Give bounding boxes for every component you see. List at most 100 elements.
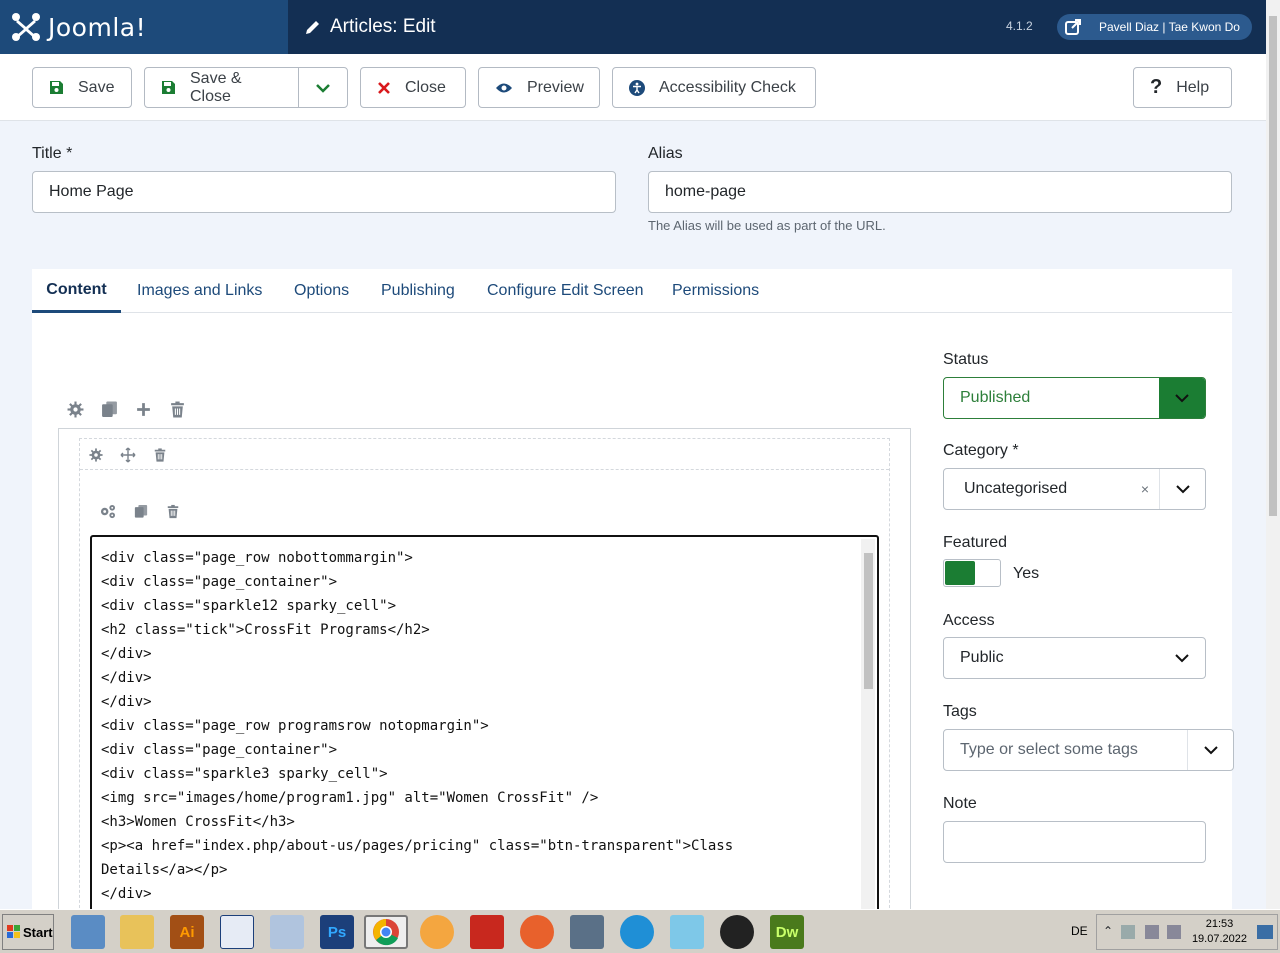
chrome-app-icon[interactable] [364,915,408,949]
category-select[interactable]: Uncategorised × [943,468,1206,510]
obs-app-icon[interactable] [720,915,754,949]
external-link-icon [1065,19,1081,35]
tags-select[interactable]: Type or select some tags [943,729,1234,771]
category-label: Category * [943,442,1019,459]
title-label: Title * [32,145,73,162]
volume-icon[interactable] [1167,925,1181,939]
user-name: Pavell Diaz | Tae Kwon Do [1099,20,1240,34]
access-select[interactable]: Public [943,637,1206,679]
close-icon [377,81,391,95]
tab-configure-edit-screen[interactable]: Configure Edit Screen [487,269,644,313]
featured-label: Featured [943,534,1008,551]
gear-icon[interactable] [89,448,103,462]
element-toolbar [99,504,180,519]
explorer-app-icon[interactable] [71,915,105,949]
title-input[interactable]: Home Page [32,171,616,213]
folder-app-icon[interactable] [120,915,154,949]
save-close-label: Save & Close [190,69,242,105]
save-close-button[interactable]: Save & Close [144,67,299,108]
signal-icon[interactable] [1145,925,1159,939]
alias-input[interactable]: home-page [648,171,1232,213]
start-button[interactable]: Start [2,914,54,950]
toggle-on-indicator [945,561,975,585]
clear-icon[interactable]: × [1141,481,1149,497]
user-menu-button[interactable]: Pavell Diaz | Tae Kwon Do [1057,14,1252,40]
network-app-icon[interactable] [220,915,254,949]
save-icon [49,80,64,95]
accessibility-check-button[interactable]: Accessibility Check [612,67,816,108]
filezilla-app-icon[interactable] [470,915,504,949]
tray-expand-icon[interactable]: ⌃ [1103,924,1113,938]
move-icon[interactable] [120,447,136,463]
system-clock[interactable]: 21:53 19.07.2022 [1192,917,1247,947]
calculator-app-icon[interactable] [270,915,304,949]
code-text[interactable]: <div class="page_row nobottommargin"> <d… [92,537,877,906]
chevron-down-icon [316,83,330,93]
toolbar: Save Save & Close Close Preview Accessib… [0,54,1266,121]
featured-value: Yes [1013,565,1040,582]
system-tray: ⌃ 21:53 19.07.2022 [1096,914,1278,950]
code-editor[interactable]: <div class="page_row nobottommargin"> <d… [90,535,879,915]
dreamweaver-app-icon[interactable]: Dw [770,915,804,949]
notification-icon[interactable] [1257,925,1273,939]
page-title: Articles: Edit [304,16,436,38]
note-input[interactable] [943,821,1206,863]
tab-bar: Content Images and Links Options Publish… [32,269,1232,313]
start-label: Start [23,924,53,940]
illustrator-app-icon[interactable]: Ai [170,915,204,949]
page-scroll-thumb[interactable] [1269,16,1277,516]
status-value: Published [960,389,1031,406]
settings-icon[interactable] [99,504,116,519]
tab-options[interactable]: Options [294,269,349,313]
photoshop-app-icon[interactable]: Ps [320,915,354,949]
trash-icon[interactable] [169,401,186,418]
preview-label: Preview [527,78,584,96]
access-label: Access [943,612,995,629]
save-button[interactable]: Save [32,67,132,108]
clock-date: 19.07.2022 [1191,933,1247,945]
editor-scrollbar[interactable] [861,539,875,911]
editor-scroll-thumb[interactable] [864,553,873,689]
logo-text: Joomla! [48,12,147,42]
close-button[interactable]: Close [360,67,466,108]
tab-images-and-links[interactable]: Images and Links [137,269,262,313]
star-app-icon[interactable] [570,915,604,949]
copy-icon[interactable] [101,401,118,418]
alias-label: Alias [648,145,683,162]
pencil-icon [306,21,319,34]
firefox-app-icon[interactable] [520,915,554,949]
joomla-logo[interactable]: Joomla! [0,0,288,54]
tab-publishing[interactable]: Publishing [381,269,455,313]
trash-icon[interactable] [153,448,167,462]
status-label: Status [943,351,989,368]
tab-content[interactable]: Content [32,269,121,313]
notes-app-icon[interactable] [670,915,704,949]
plus-icon[interactable] [135,401,152,418]
version-label: 4.1.2 [1006,19,1033,33]
help-button[interactable]: ? Help [1133,67,1232,108]
alias-hint: The Alias will be used as part of the UR… [648,218,886,233]
preview-button[interactable]: Preview [478,67,600,108]
question-icon: ? [1150,76,1163,98]
row-toolbar [67,401,186,418]
language-indicator[interactable]: DE [1071,924,1088,938]
accessibility-icon [629,79,645,96]
access-value: Public [960,649,1004,666]
trash-icon[interactable] [166,504,180,519]
save-icon [161,80,176,95]
taskbar: Start Ai Ps Dw DE ⌃ 21:53 19.07.2022 [0,909,1280,953]
copy-icon[interactable] [134,504,148,519]
featured-toggle[interactable] [943,559,1001,587]
gear-icon[interactable] [67,401,84,418]
tab-permissions[interactable]: Permissions [672,269,759,313]
status-select[interactable]: Published [943,377,1206,419]
save-dropdown-button[interactable] [298,67,348,108]
note-label: Note [943,795,977,812]
paint-app-icon[interactable] [420,915,454,949]
page-scrollbar[interactable] [1266,0,1280,909]
column-toolbar [89,447,167,463]
tags-label: Tags [943,703,977,720]
edge-app-icon[interactable] [620,915,654,949]
network-icon[interactable] [1121,925,1135,939]
accessibility-label: Accessibility Check [659,78,796,96]
